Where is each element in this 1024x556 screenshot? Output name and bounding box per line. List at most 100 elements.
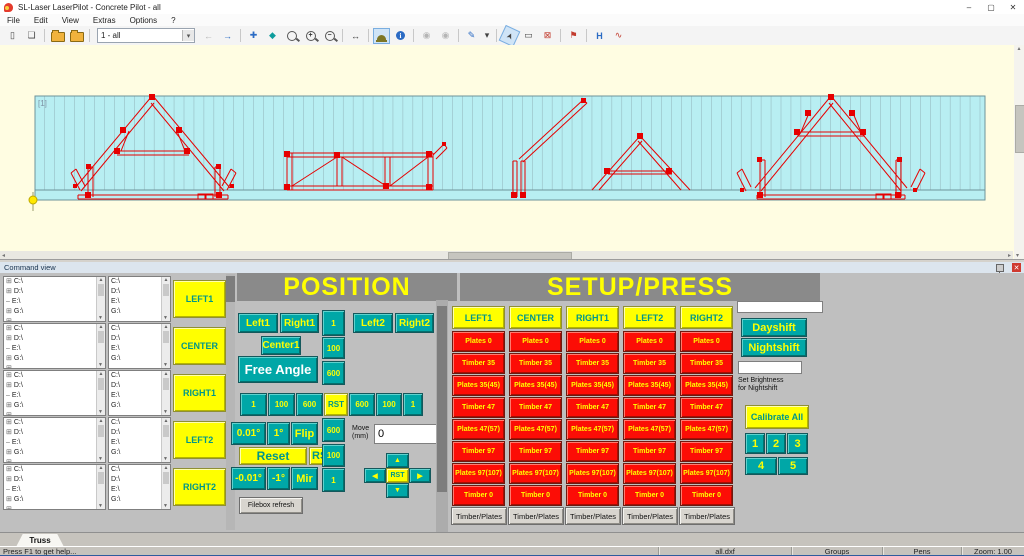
pan-icon[interactable]: ✚ — [245, 28, 262, 44]
press-right2-timber-97-button[interactable]: Timber 97 — [680, 441, 733, 462]
menu-options[interactable]: Options — [123, 16, 165, 25]
mirror-button[interactable]: Mir — [291, 467, 318, 490]
reset-button[interactable]: Reset — [239, 447, 307, 465]
expand-icon[interactable]: ⊞ — [6, 287, 12, 297]
rotate-plus-1-button[interactable]: 1° — [267, 422, 290, 445]
list-scroll-thumb[interactable] — [163, 284, 169, 296]
press-center-plates-35-45--button[interactable]: Plates 35(45) — [509, 375, 562, 396]
expand-icon[interactable]: ⊞ — [6, 411, 12, 416]
expand-icon[interactable]: ⊞ — [6, 317, 12, 322]
drive-list-1[interactable]: C:\D:\E:\G:\▲▼ — [108, 276, 171, 322]
zoom-icon[interactable] — [283, 28, 300, 44]
expand-icon[interactable]: ⊞ — [6, 448, 12, 458]
filebox-target-right2-button[interactable]: RIGHT2 — [173, 468, 226, 506]
scroll-down-icon[interactable]: ▾ — [1016, 252, 1019, 259]
press-left1-timber-47-button[interactable]: Timber 47 — [452, 397, 505, 418]
preset-4-button[interactable]: 4 — [745, 457, 777, 475]
press-left2-plates-0-button[interactable]: Plates 0 — [623, 331, 676, 352]
menu-edit[interactable]: Edit — [27, 16, 55, 25]
drawing-viewport[interactable]: [1] — [0, 45, 1024, 259]
scroll-up-icon[interactable]: ▲ — [164, 277, 169, 283]
tree-item[interactable]: ⊞D:\ — [4, 428, 105, 438]
vertical-scrollbar[interactable]: ▴ ▾ — [1014, 45, 1024, 259]
press-left2-timber-97-button[interactable]: Timber 97 — [623, 441, 676, 462]
scroll-up-icon[interactable]: ▴ — [1017, 46, 1020, 52]
press-left1-timber-35-button[interactable]: Timber 35 — [452, 353, 505, 374]
list-scroll-thumb[interactable] — [163, 472, 169, 484]
section-scrollbar[interactable] — [436, 300, 448, 532]
tree-item[interactable]: –E:\ — [4, 438, 105, 448]
preset-3-button[interactable]: 3 — [787, 433, 808, 454]
tree-item[interactable]: –E:\ — [4, 344, 105, 354]
panel-close-icon[interactable]: ✕ — [1012, 263, 1021, 272]
press-center-timber-97-button[interactable]: Timber 97 — [509, 441, 562, 462]
press-right1-timber-0-button[interactable]: Timber 0 — [566, 485, 619, 506]
scroll-down-icon[interactable]: ▼ — [98, 456, 103, 462]
zoom-in-icon[interactable]: + — [302, 28, 319, 44]
tree-item[interactable]: ⊞G:\ — [4, 401, 105, 411]
tree-item[interactable]: –E:\ — [4, 485, 105, 495]
press-right2-timber-35-button[interactable]: Timber 35 — [680, 353, 733, 374]
press-left1-timber-97-button[interactable]: Timber 97 — [452, 441, 505, 462]
drive-tree-3[interactable]: ⊞C:\⊞D:\–E:\⊞G:\⊞▲▼ — [3, 370, 106, 416]
scroll-up-icon[interactable]: ▲ — [164, 324, 169, 330]
press-center-plates-97-107--button[interactable]: Plates 97(107) — [509, 463, 562, 484]
drive-tree-5[interactable]: ⊞C:\⊞D:\–E:\⊞G:\⊞▲▼ — [3, 464, 106, 510]
press-center-timber-35-button[interactable]: Timber 35 — [509, 353, 562, 374]
minimize-button[interactable]: – — [958, 1, 980, 14]
height-tool-icon[interactable]: H — [591, 28, 608, 44]
expand-icon[interactable]: ⊞ — [6, 458, 12, 463]
list-scrollbar[interactable]: ▲▼ — [161, 371, 170, 415]
open-folder-2-icon[interactable] — [68, 28, 85, 44]
setup-column-left1-button[interactable]: LEFT1 — [452, 306, 505, 329]
info-icon[interactable]: i — [392, 28, 409, 44]
tree-item[interactable]: ⊞C:\ — [4, 465, 105, 475]
tree-item[interactable]: ⊞ — [4, 458, 105, 463]
flip-button[interactable]: Flip — [291, 422, 318, 445]
back-icon[interactable]: ← — [200, 28, 217, 44]
nudge-right-button[interactable]: ▶ — [409, 468, 431, 483]
press-right2-plates-35-45--button[interactable]: Plates 35(45) — [680, 375, 733, 396]
scroll-left-icon[interactable]: ◂ — [0, 252, 5, 259]
press-right2-plates-47-57--button[interactable]: Plates 47(57) — [680, 419, 733, 440]
nudge-down-button[interactable]: ▼ — [386, 483, 409, 498]
list-scrollbar[interactable]: ▲▼ — [161, 465, 170, 509]
tree-item[interactable]: ⊞D:\ — [4, 381, 105, 391]
position-center1-button[interactable]: Center1 — [261, 336, 301, 355]
press-left1-plates-47-57--button[interactable]: Plates 47(57) — [452, 419, 505, 440]
press-left1-timber-0-button[interactable]: Timber 0 — [452, 485, 505, 506]
filebox-scroll-thumb[interactable] — [226, 276, 235, 302]
timber-plates-left1-button[interactable]: Timber/Plates — [451, 507, 507, 525]
press-left2-timber-47-button[interactable]: Timber 47 — [623, 397, 676, 418]
forward-icon[interactable]: → — [219, 28, 236, 44]
tree-item[interactable]: ⊞C:\ — [4, 277, 105, 287]
tree-item[interactable]: –E:\ — [4, 391, 105, 401]
scroll-up-icon[interactable]: ▲ — [99, 418, 104, 424]
jog-100-left-button[interactable]: 100 — [268, 393, 295, 416]
select-cursor-icon[interactable]: ➤ — [499, 24, 521, 46]
press-center-timber-0-button[interactable]: Timber 0 — [509, 485, 562, 506]
expand-icon[interactable]: ⊞ — [6, 428, 12, 438]
expand-icon[interactable]: ⊞ — [6, 371, 12, 381]
press-left2-timber-0-button[interactable]: Timber 0 — [623, 485, 676, 506]
list-scroll-thumb[interactable] — [98, 331, 104, 343]
drive-tree-2[interactable]: ⊞C:\⊞D:\–E:\⊞G:\⊞▲▼ — [3, 323, 106, 369]
press-left2-plates-47-57--button[interactable]: Plates 47(57) — [623, 419, 676, 440]
press-right2-plates-0-button[interactable]: Plates 0 — [680, 331, 733, 352]
close-button[interactable]: ✕ — [1002, 1, 1024, 14]
press-center-plates-0-button[interactable]: Plates 0 — [509, 331, 562, 352]
maximize-button[interactable]: ▢ — [980, 1, 1002, 14]
press-right1-timber-97-button[interactable]: Timber 97 — [566, 441, 619, 462]
expand-icon[interactable]: ⊞ — [6, 381, 12, 391]
view-selector[interactable]: 1 - all ▾ — [97, 28, 195, 43]
drive-list-4[interactable]: C:\D:\E:\G:\▲▼ — [108, 417, 171, 463]
setup-column-right2-button[interactable]: RIGHT2 — [680, 306, 733, 329]
copy-file-icon[interactable]: ❏ — [23, 28, 40, 44]
press-right2-timber-47-button[interactable]: Timber 47 — [680, 397, 733, 418]
flag-icon[interactable]: ⚑ — [565, 28, 582, 44]
delete-selection-icon[interactable]: ⊠ — [539, 28, 556, 44]
list-scrollbar[interactable]: ▲▼ — [161, 324, 170, 368]
tree-item[interactable]: ⊞ — [4, 411, 105, 416]
tree-item[interactable]: ⊞G:\ — [4, 307, 105, 317]
tree-item[interactable]: ⊞G:\ — [4, 448, 105, 458]
